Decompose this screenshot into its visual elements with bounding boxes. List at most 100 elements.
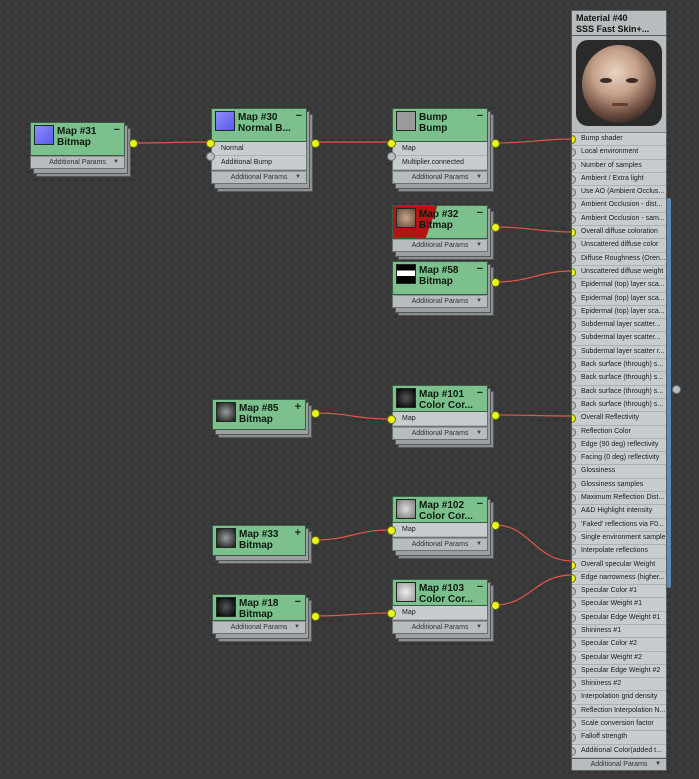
- input-port[interactable]: [572, 201, 576, 211]
- input-port-map[interactable]: [387, 415, 396, 424]
- input-port[interactable]: [572, 307, 576, 317]
- input-port[interactable]: [572, 720, 576, 730]
- input-port[interactable]: [572, 547, 576, 557]
- input-slot-map[interactable]: Map: [393, 142, 487, 156]
- output-port-material[interactable]: [672, 385, 681, 394]
- input-port[interactable]: [572, 640, 576, 650]
- material-slot[interactable]: Epidermal (top) layer sca...: [572, 306, 666, 320]
- output-port-map-33[interactable]: [311, 536, 320, 545]
- input-port[interactable]: [572, 573, 576, 583]
- material-slot[interactable]: Additional Color(added t...: [572, 745, 666, 758]
- collapse-button[interactable]: −: [477, 207, 483, 219]
- input-port-additional-bump[interactable]: [206, 152, 215, 161]
- additional-params-toggle[interactable]: Additional Params ▼: [392, 538, 488, 551]
- input-port[interactable]: [572, 520, 576, 530]
- scrollbar[interactable]: [667, 198, 671, 588]
- material-slot[interactable]: Shininess #1: [572, 625, 666, 639]
- material-slot[interactable]: Back surface (through) s...: [572, 399, 666, 413]
- input-port[interactable]: [572, 693, 576, 703]
- input-port[interactable]: [572, 267, 576, 277]
- additional-params-toggle[interactable]: Additional Params ▼: [571, 758, 667, 771]
- material-node[interactable]: Material #40 SSS Fast Skin+... Bump shad…: [571, 10, 681, 771]
- material-slot[interactable]: Specular Weight #1: [572, 598, 666, 612]
- material-slot[interactable]: Back surface (through) s...: [572, 372, 666, 386]
- node-map-58[interactable]: Map #58 Bitmap − Additional Params ▼: [392, 261, 494, 316]
- input-port-normal[interactable]: [206, 139, 215, 148]
- material-slot[interactable]: Back surface (through) s...: [572, 386, 666, 399]
- output-port-map-18[interactable]: [311, 612, 320, 621]
- output-port-map-32[interactable]: [491, 223, 500, 232]
- input-port[interactable]: [572, 440, 576, 450]
- input-port[interactable]: [572, 321, 576, 331]
- node-bump[interactable]: Bump Bump − Map Multiplier.connected Add…: [392, 108, 494, 192]
- additional-params-toggle[interactable]: Additional Params ▼: [392, 171, 488, 184]
- material-slot[interactable]: Ambient Occlusion - sam...: [572, 213, 666, 227]
- additional-params-toggle[interactable]: Additional Params ▼: [392, 427, 488, 440]
- input-port[interactable]: [572, 374, 576, 384]
- collapse-button[interactable]: −: [477, 263, 483, 275]
- material-slot[interactable]: Interpolate reflections: [572, 545, 666, 559]
- input-port[interactable]: [572, 427, 576, 437]
- material-slot[interactable]: Overall specular Weight: [572, 559, 666, 572]
- material-slot[interactable]: Use AO (Ambient Occlus...: [572, 186, 666, 200]
- input-port-multiplier[interactable]: [387, 152, 396, 161]
- material-slot[interactable]: Specular Edge Weight #1: [572, 612, 666, 625]
- collapse-button[interactable]: −: [477, 498, 483, 510]
- material-slot[interactable]: Facing (0 deg) reflectivity: [572, 452, 666, 466]
- input-port[interactable]: [572, 467, 576, 477]
- material-slot[interactable]: Edge narrowness (higher...: [572, 572, 666, 586]
- material-slot[interactable]: Falloff strength: [572, 731, 666, 745]
- input-port[interactable]: [572, 600, 576, 610]
- material-slot[interactable]: Glossiness samples: [572, 479, 666, 493]
- node-header[interactable]: Map #33 Bitmap +: [212, 525, 306, 556]
- material-slot[interactable]: Specular Color #1: [572, 585, 666, 599]
- node-header[interactable]: Map #85 Bitmap +: [212, 399, 306, 430]
- collapse-button[interactable]: −: [295, 596, 301, 608]
- input-port[interactable]: [572, 746, 576, 756]
- input-port-map[interactable]: [387, 609, 396, 618]
- node-map-102[interactable]: Map #102 Color Cor... − Map Additional P…: [392, 496, 494, 559]
- input-port[interactable]: [572, 613, 576, 623]
- material-slot[interactable]: Edge (90 deg) reflectivity: [572, 439, 666, 453]
- material-slot[interactable]: Scale conversion factor: [572, 718, 666, 732]
- material-slot[interactable]: Unscattered diffuse color: [572, 239, 666, 253]
- material-slot[interactable]: Glossiness: [572, 465, 666, 479]
- input-port[interactable]: [572, 334, 576, 344]
- output-port-map-31[interactable]: [129, 139, 138, 148]
- input-port[interactable]: [572, 174, 576, 184]
- additional-params-toggle[interactable]: Additional Params ▼: [392, 239, 488, 252]
- input-port[interactable]: [572, 706, 576, 716]
- input-slot-map[interactable]: Map: [393, 412, 487, 426]
- input-port[interactable]: [572, 214, 576, 224]
- additional-params-toggle[interactable]: Additional Params ▼: [392, 295, 488, 308]
- input-port[interactable]: [572, 494, 576, 504]
- input-slot-map[interactable]: Map: [393, 606, 487, 620]
- node-header[interactable]: Map #31 Bitmap −: [30, 122, 125, 156]
- material-slot[interactable]: Maximum Reflection Dist...: [572, 492, 666, 506]
- input-port[interactable]: [572, 254, 576, 264]
- node-header[interactable]: Bump Bump −: [392, 108, 488, 142]
- material-slot[interactable]: Number of samples: [572, 160, 666, 173]
- material-slot[interactable]: Epidermal (top) layer sca...: [572, 293, 666, 306]
- material-slot[interactable]: Reflection Color: [572, 426, 666, 439]
- material-slot[interactable]: Shininess #2: [572, 678, 666, 692]
- additional-params-toggle[interactable]: Additional Params ▼: [212, 621, 306, 634]
- node-header[interactable]: Map #102 Color Cor... −: [392, 496, 488, 523]
- node-map-31[interactable]: Map #31 Bitmap − Additional Params ▼: [30, 122, 131, 177]
- material-slot[interactable]: Overall Reflectivity: [572, 412, 666, 426]
- input-port[interactable]: [572, 666, 576, 676]
- material-slot[interactable]: Diffuse Roughness (Oren...: [572, 253, 666, 266]
- node-map-101[interactable]: Map #101 Color Cor... − Map Additional P…: [392, 385, 494, 448]
- input-port[interactable]: [572, 148, 576, 158]
- material-slot[interactable]: Subdermal layer scatter...: [572, 332, 666, 346]
- additional-params-toggle[interactable]: Additional Params ▼: [392, 621, 488, 634]
- material-slot[interactable]: Overall diffuse coloration: [572, 226, 666, 240]
- node-map-32[interactable]: Map #32 Bitmap − Additional Params ▼: [392, 205, 494, 260]
- material-slot[interactable]: Unscattered diffuse weight: [572, 266, 666, 280]
- input-port[interactable]: [572, 228, 576, 238]
- input-port[interactable]: [572, 188, 576, 198]
- input-port[interactable]: [572, 653, 576, 663]
- collapse-button[interactable]: −: [477, 387, 483, 399]
- input-port[interactable]: [572, 241, 576, 251]
- node-map-30[interactable]: Map #30 Normal B... − Normal Additional …: [211, 108, 313, 192]
